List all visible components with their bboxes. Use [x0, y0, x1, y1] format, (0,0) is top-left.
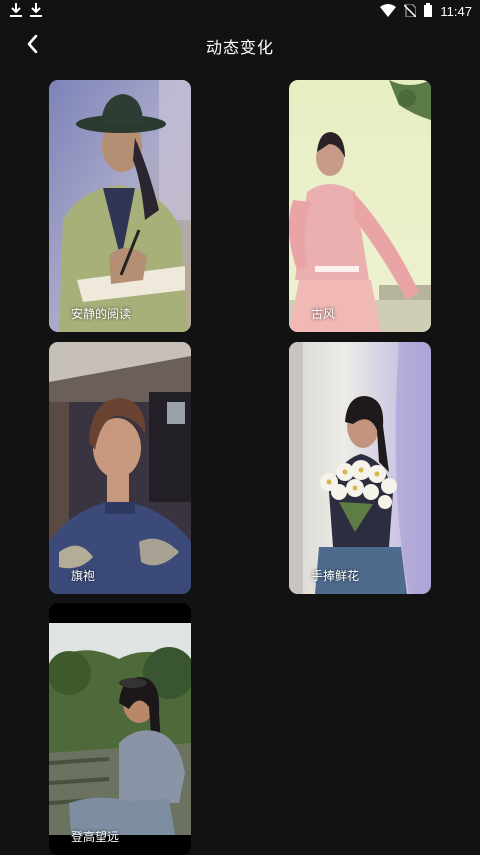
no-sim-icon — [403, 2, 418, 21]
battery-icon — [424, 2, 433, 21]
gallery-card-qipao[interactable]: 旗袍 — [49, 342, 191, 594]
flowers-photo — [289, 342, 431, 594]
wifi-icon — [380, 2, 397, 21]
card-label: 手捧鲜花 — [311, 569, 360, 583]
ancient-style-photo — [289, 80, 431, 332]
app-header: 动态变化 — [0, 22, 480, 70]
download-icon — [10, 2, 22, 21]
back-button[interactable] — [18, 30, 46, 62]
chevron-left-icon — [26, 34, 38, 57]
reading-photo — [49, 80, 191, 332]
card-label: 登高望远 — [71, 830, 120, 844]
gallery-card-reading[interactable]: 安静的阅读 — [49, 80, 191, 332]
qipao-photo — [49, 342, 191, 594]
gallery-card-climbing[interactable]: 登高望远 — [49, 603, 191, 855]
page-title: 动态变化 — [205, 38, 274, 57]
card-label: 旗袍 — [71, 569, 96, 583]
status-bar: 11:47 — [0, 0, 480, 22]
gallery-card-flowers[interactable]: 手捧鲜花 — [289, 342, 431, 594]
download-icon — [30, 2, 42, 21]
gallery-card-ancient-style[interactable]: 古风 — [289, 80, 431, 332]
status-time: 11:47 — [440, 3, 472, 19]
status-right: 11:47 — [380, 2, 472, 21]
card-label: 古风 — [311, 307, 336, 321]
card-label: 安静的阅读 — [71, 307, 132, 321]
climbing-photo — [49, 603, 191, 855]
status-left — [10, 2, 42, 21]
